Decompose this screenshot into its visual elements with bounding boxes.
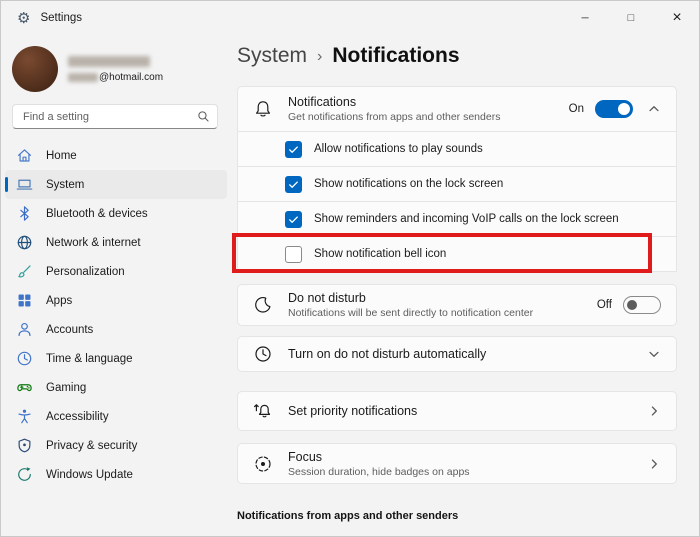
globe-icon [16,234,33,251]
main-content: System › Notifications Notifications Get… [232,36,700,537]
paintbrush-icon [16,263,33,280]
sidebar-item-windows-update[interactable]: Windows Update [5,460,227,489]
notifications-subtitle: Get notifications from apps and other se… [288,111,569,123]
focus-subtitle: Session duration, hide badges on apps [288,466,633,478]
user-name-redacted [68,56,150,67]
checkbox-reminders-voip[interactable] [285,211,302,228]
minimize-button[interactable]: ─ [562,0,608,36]
notifications-header[interactable]: Notifications Get notifications from app… [237,86,677,132]
focus-card[interactable]: Focus Session duration, hide badges on a… [237,443,677,484]
avatar [12,46,58,92]
notifications-title: Notifications [288,95,569,109]
maximize-button[interactable]: □ [608,0,654,36]
person-icon [16,321,33,338]
dnd-title: Do not disturb [288,291,597,305]
checkbox-show-bell-icon[interactable] [285,246,302,263]
priority-title: Set priority notifications [288,404,633,418]
sidebar-item-time-language[interactable]: Time & language [5,344,227,373]
option-row-lock-screen: Show notifications on the lock screen [237,167,677,202]
notifications-toggle[interactable] [595,100,633,118]
sidebar-nav: Home System Bluetooth & devices Network … [0,141,232,489]
search-icon [197,110,210,128]
focus-title: Focus [288,450,633,464]
sidebar-item-gaming[interactable]: Gaming [5,373,227,402]
page-title: Notifications [332,44,459,68]
titlebar: ⚙ Settings ─ □ × [0,0,700,36]
sidebar-item-personalization[interactable]: Personalization [5,257,227,286]
accessibility-icon [16,408,33,425]
notifications-expander: Notifications Get notifications from app… [237,86,677,272]
search-box [12,104,218,129]
home-icon [16,147,33,164]
user-email: @hotmail.com [99,72,163,83]
priority-bell-icon [253,401,273,421]
section-header-apps-senders: Notifications from apps and other sender… [237,510,677,522]
search-input[interactable] [12,104,218,129]
dnd-toggle-label: Off [597,299,612,311]
breadcrumb-system[interactable]: System [237,44,307,68]
bluetooth-icon [16,205,33,222]
window-controls: ─ □ × [562,0,700,36]
settings-window: ⚙ Settings ─ □ × @hotmail.com [0,0,700,537]
chevron-up-icon [647,102,661,116]
system-icon [16,176,33,193]
sidebar-item-apps[interactable]: Apps [5,286,227,315]
dnd-subtitle: Notifications will be sent directly to n… [288,307,597,319]
priority-card[interactable]: Set priority notifications [237,391,677,431]
sidebar-item-network[interactable]: Network & internet [5,228,227,257]
dnd-auto-title: Turn on do not disturb automatically [288,347,633,361]
user-profile[interactable]: @hotmail.com [12,46,232,92]
option-row-reminders-voip: Show reminders and incoming VoIP calls o… [237,202,677,237]
chevron-right-icon [647,404,661,418]
user-email-redacted [68,73,98,82]
option-row-bell-icon: Show notification bell icon [237,237,677,272]
chevron-down-icon [647,347,661,361]
notifications-toggle-label: On [569,103,584,115]
sidebar-item-accounts[interactable]: Accounts [5,315,227,344]
settings-gear-icon: ⚙ [17,11,30,26]
sidebar-item-privacy[interactable]: Privacy & security [5,431,227,460]
clock-icon [16,350,33,367]
checkbox-lock-screen[interactable] [285,176,302,193]
gamepad-icon [16,379,33,396]
option-row-play-sounds: Allow notifications to play sounds [237,132,677,167]
breadcrumb: System › Notifications [237,44,677,68]
chevron-right-icon [647,457,661,471]
sidebar: @hotmail.com Home System [0,36,232,537]
moon-icon [253,295,273,315]
close-button[interactable]: × [654,0,700,36]
focus-icon [253,454,273,474]
sidebar-item-system[interactable]: System [5,170,227,199]
dnd-auto-card[interactable]: Turn on do not disturb automatically [237,336,677,372]
clock-auto-icon [253,344,273,364]
dnd-card: Do not disturb Notifications will be sen… [237,284,677,326]
bell-icon [253,99,273,119]
sidebar-item-home[interactable]: Home [5,141,227,170]
checkbox-play-sounds[interactable] [285,141,302,158]
sidebar-item-bluetooth[interactable]: Bluetooth & devices [5,199,227,228]
dnd-toggle[interactable] [623,296,661,314]
shield-icon [16,437,33,454]
app-title: Settings [40,12,82,24]
apps-grid-icon [16,292,33,309]
sidebar-item-accessibility[interactable]: Accessibility [5,402,227,431]
update-arrows-icon [16,466,33,483]
breadcrumb-separator: › [317,48,322,66]
